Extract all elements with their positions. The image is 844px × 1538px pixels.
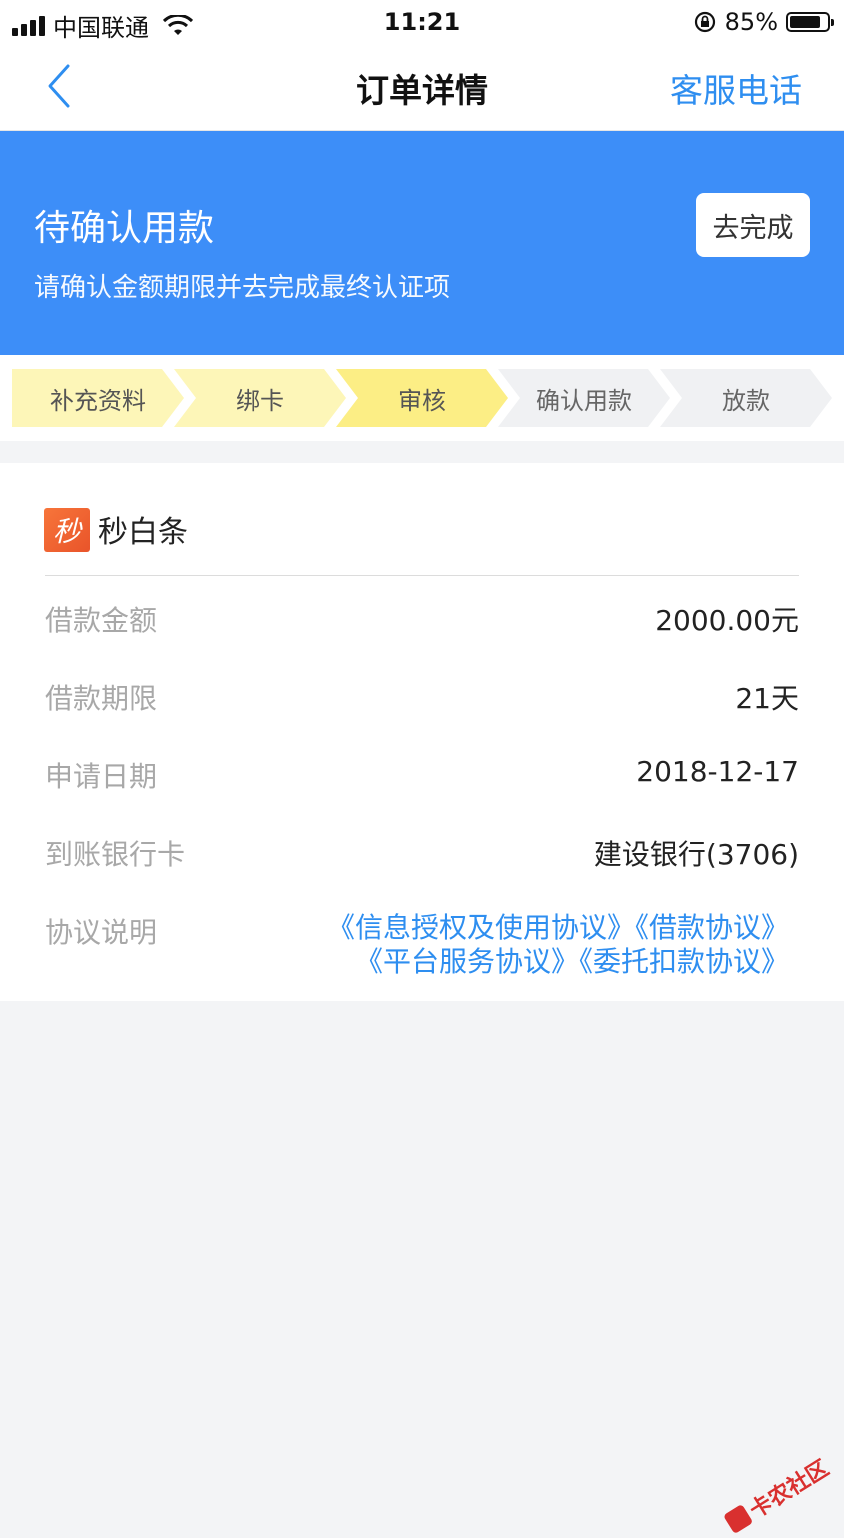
detail-row-agreements: 协议说明 《信息授权及使用协议》《借款协议》 《平台服务协议》《委托扣款协议》 <box>45 911 799 991</box>
agreement-loan-link[interactable]: 《借款协议》 <box>635 911 789 944</box>
status-banner: 待确认用款 请确认金额期限并去完成最终认证项 去完成 <box>0 131 844 355</box>
detail-row-apply-date: 申请日期 2018-12-17 <box>45 755 799 795</box>
banner-title: 待确认用款 <box>34 208 215 249</box>
detail-label: 申请日期 <box>45 760 158 793</box>
detail-label: 借款期限 <box>45 682 158 715</box>
step-supplement-info: 补充资料 <box>12 369 184 427</box>
steps-track: 补充资料 绑卡 审核 确认用款 放款 <box>12 369 832 427</box>
rotation-lock-icon <box>694 11 715 33</box>
product-name: 秒白条 <box>98 515 188 550</box>
detail-value: 2000.00元 <box>655 604 799 637</box>
agreement-info-authorization-link[interactable]: 《信息授权及使用协议》 <box>327 911 635 944</box>
detail-value: 2018-12-17 <box>636 755 799 788</box>
product-logo-icon: 秒 <box>44 508 90 552</box>
detail-label: 借款金额 <box>45 604 158 637</box>
status-bar: 中国联通 11:21 85% <box>0 0 844 44</box>
nav-bar: 订单详情 客服电话 <box>0 44 844 131</box>
step-review: 审核 <box>336 369 508 427</box>
detail-row-loan-term: 借款期限 21天 <box>45 677 799 717</box>
agreements-label: 协议说明 <box>45 916 158 949</box>
battery-icon <box>786 12 834 32</box>
battery-percent: 85% <box>724 8 778 36</box>
agreement-entrusted-deduction-link[interactable]: 《委托扣款协议》 <box>579 945 789 978</box>
status-right: 85% <box>693 8 834 36</box>
agreement-platform-service-link[interactable]: 《平台服务协议》 <box>355 945 579 978</box>
detail-row-bank-card: 到账银行卡 建设银行(3706) <box>45 833 799 873</box>
progress-steps: 补充资料 绑卡 审核 确认用款 放款 <box>0 355 844 441</box>
step-bind-card: 绑卡 <box>174 369 346 427</box>
step-disbursement: 放款 <box>660 369 832 427</box>
detail-value: 建设银行(3706) <box>593 838 799 871</box>
customer-service-phone-link[interactable]: 客服电话 <box>670 64 802 112</box>
detail-row-loan-amount: 借款金额 2000.00元 <box>45 599 799 639</box>
order-detail-card: 秒 秒白条 借款金额 2000.00元 借款期限 21天 申请日期 2018-1… <box>0 463 844 1001</box>
banner-subtitle: 请确认金额期限并去完成最终认证项 <box>34 273 451 303</box>
detail-label: 到账银行卡 <box>45 838 186 871</box>
agreements-links: 《信息授权及使用协议》《借款协议》 《平台服务协议》《委托扣款协议》 <box>327 911 789 979</box>
watermark-text: 卡农社区 <box>745 1455 834 1524</box>
step-confirm-usage: 确认用款 <box>498 369 670 427</box>
divider <box>45 575 799 576</box>
go-complete-button[interactable]: 去完成 <box>696 193 810 257</box>
detail-value: 21天 <box>735 682 799 715</box>
watermark: 卡农社区 <box>720 1451 834 1538</box>
